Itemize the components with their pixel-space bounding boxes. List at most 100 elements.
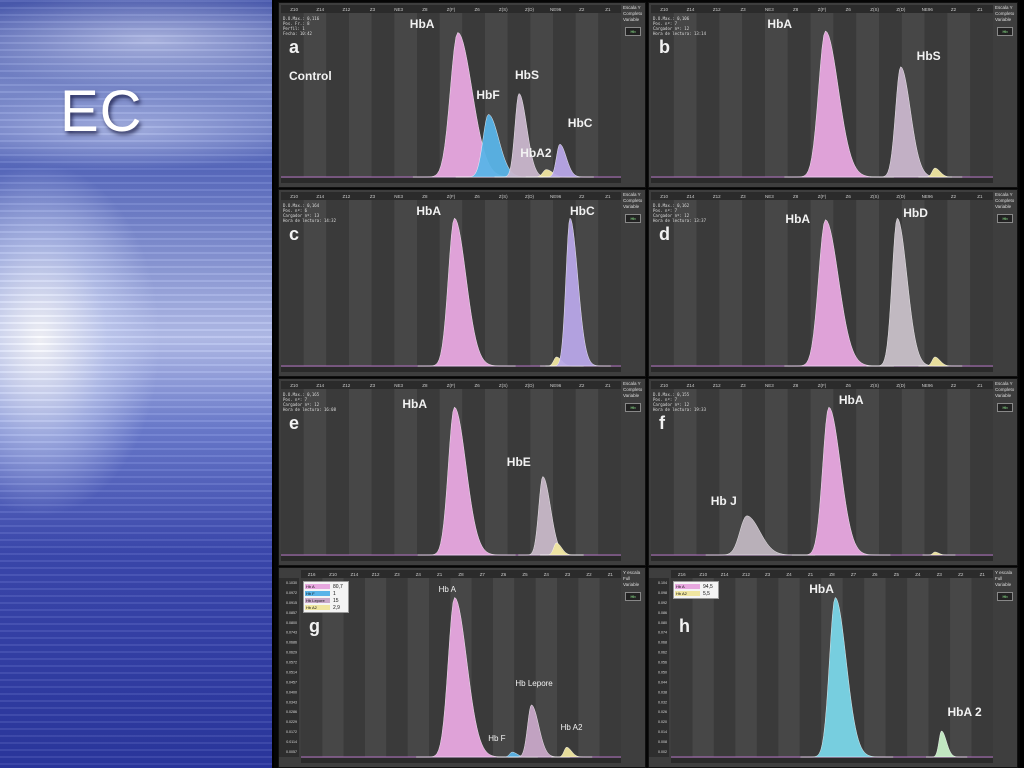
zone-tick-label: Z10 [329, 572, 337, 577]
zone-tick-label: NE3 [394, 7, 403, 12]
legend-value: 5,5 [703, 590, 710, 597]
side-option-0[interactable]: Y escala [995, 570, 1012, 575]
zone-tick-label: Z(D) [896, 194, 905, 199]
side-option-1[interactable]: Full [995, 576, 1002, 581]
side-option-0[interactable]: Escala Y [623, 381, 641, 386]
zone-tick-label: Z8 [793, 383, 799, 388]
peak-label: HbA [409, 17, 435, 31]
side-option-2[interactable]: Variable [995, 582, 1011, 587]
side-option-2[interactable]: Variable [623, 393, 639, 398]
run-info: D.O.Max.: 0,116 Pos. Fr.: 8 Perfil: 1 Fecha… [283, 16, 319, 36]
peak-label: HbA [809, 582, 834, 596]
side-option-1[interactable]: Completo [623, 11, 642, 16]
zone-tick-label: Z10 [660, 7, 668, 12]
run-info: D.O.Max.: 0,165 Pos. nº: 7 Cargador nº: 12… [283, 392, 336, 412]
side-option-2[interactable]: Variable [995, 204, 1011, 209]
y-tick-label: 0.0800 [286, 621, 297, 625]
side-option-0[interactable]: Y escala [623, 570, 640, 575]
side-option-1[interactable]: Completo [995, 11, 1014, 16]
side-option-2[interactable]: Variable [623, 17, 639, 22]
peak-label: HbA [838, 393, 864, 407]
y-tick-label: 0.038 [658, 690, 667, 694]
panel-c: Z10 Z14 Z12 Z3 NE3 Z8 Z(F) Z6 Z(S) Z(D) NE96 Z2 Z1 Es… [278, 189, 646, 377]
zone-tick-label: Z(F) [818, 194, 827, 199]
zone-tick-label: Z6 [475, 383, 481, 388]
side-option-0[interactable]: Escala Y [995, 381, 1013, 386]
legend-value: 1 [333, 590, 336, 597]
legend-row: Hb A 94,5 [675, 583, 717, 590]
zone-tick-label: Z10 [660, 194, 668, 199]
zone-tick-label: Z2 [579, 7, 585, 12]
side-option-1[interactable]: Completo [623, 198, 642, 203]
side-option-2[interactable]: Variable [995, 393, 1011, 398]
run-info: D.O.Max.: 0,164 Pos. nº: 6 Cargador nº: 13… [283, 203, 336, 223]
side-option-1[interactable]: Completo [995, 387, 1014, 392]
zone-tick-label: Z1 [605, 194, 611, 199]
y-tick-label: 0.0857 [286, 611, 297, 615]
zone-tick-label: NE96 [922, 383, 934, 388]
zone-tick-label: Z3 [765, 572, 771, 577]
hb-toggle-button[interactable]: Hb [625, 592, 641, 601]
y-tick-label: 0.0743 [286, 631, 297, 635]
side-option-2[interactable]: Variable [995, 17, 1011, 22]
run-info-line: Fecha: 10:42 [283, 31, 312, 36]
zone-tick-label: Z5 [894, 572, 900, 577]
hb-toggle-button[interactable]: Hb [997, 592, 1013, 601]
y-tick-label: 0.020 [658, 720, 667, 724]
side-option-0[interactable]: Escala Y [995, 192, 1013, 197]
hb-toggle-button[interactable]: Hb [625, 27, 641, 36]
zone-tick-label: Z8 [422, 7, 428, 12]
zone-tick-label: Z12 [713, 383, 721, 388]
zone-tick-label: Z2 [951, 7, 957, 12]
panel-g: Z16 Z10 Z14 Z12 Z3 Z4 Z1 Z8 Z7 Z6 Z5 Z4 Z3 Z2 Z1 0.1030… [278, 567, 646, 768]
hb-toggle-button[interactable]: Hb [625, 214, 641, 223]
hb-toggle-button[interactable]: Hb [625, 403, 641, 412]
zone-tick-label: Z(F) [447, 383, 456, 388]
hb-toggle-button[interactable]: Hb [997, 27, 1013, 36]
zone-tick-label: Z14 [316, 194, 324, 199]
legend-value: 80,7 [333, 583, 343, 590]
peak-label: HbC [567, 116, 593, 131]
zone-tick-label: Z12 [713, 194, 721, 199]
zone-tick-label: NE96 [550, 7, 562, 12]
zone-tick-label: Z1 [977, 194, 983, 199]
panel-letter: e [289, 413, 300, 433]
side-option-1[interactable]: Full [623, 576, 630, 581]
panel-letter: h [679, 616, 690, 636]
side-option-2[interactable]: Variable [623, 204, 639, 209]
side-option-2[interactable]: Variable [623, 582, 639, 587]
zone-tick-label: Z8 [422, 194, 428, 199]
side-option-1[interactable]: Completo [623, 387, 642, 392]
zone-tick-label: Z(D) [525, 194, 534, 199]
side-option-0[interactable]: Escala Y [623, 5, 641, 10]
legend-swatch: Hb A2 [675, 591, 700, 596]
legend-row: Hb A2 2,9 [305, 604, 347, 611]
hb-toggle-button[interactable]: Hb [997, 403, 1013, 412]
zone-tick-label: Z12 [343, 194, 351, 199]
y-tick-label: 0.098 [658, 591, 667, 595]
zone-tick-label: Z1 [437, 572, 443, 577]
side-option-1[interactable]: Completo [995, 198, 1014, 203]
legend-swatch: Hb Lepore [305, 598, 330, 603]
control-label: Control [289, 69, 332, 83]
zone-tick-label: Z12 [343, 383, 351, 388]
legend-value: 94,5 [703, 583, 713, 590]
panel-a-plot: Z10 Z14 Z12 Z3 NE3 Z8 Z(F) Z6 Z(S) Z(D) NE96 Z2 Z1 [281, 5, 621, 183]
zone-tick-label: Z2 [958, 572, 964, 577]
run-info-line: Hora de lectura: 13:37 [653, 218, 706, 223]
hb-toggle-button[interactable]: Hb [997, 214, 1013, 223]
side-option-0[interactable]: Escala Y [623, 192, 641, 197]
peak-label: Hb J [710, 493, 737, 508]
zone-tick-label: Z(F) [447, 7, 456, 12]
y-tick-label: 0.0572 [286, 661, 297, 665]
zone-tick-label: Z6 [475, 7, 481, 12]
zone-tick-label: Z7 [480, 572, 486, 577]
zone-tick-label: Z10 [660, 383, 668, 388]
zone-tick-label: NE3 [765, 383, 774, 388]
zone-tick-label: Z3 [370, 194, 376, 199]
y-tick-label: 0.0286 [286, 710, 297, 714]
legend-swatch: Hb A2 [305, 605, 330, 610]
side-option-0[interactable]: Escala Y [995, 5, 1013, 10]
zone-tick-label: Z3 [394, 572, 400, 577]
y-tick-label: 0.044 [658, 680, 667, 684]
